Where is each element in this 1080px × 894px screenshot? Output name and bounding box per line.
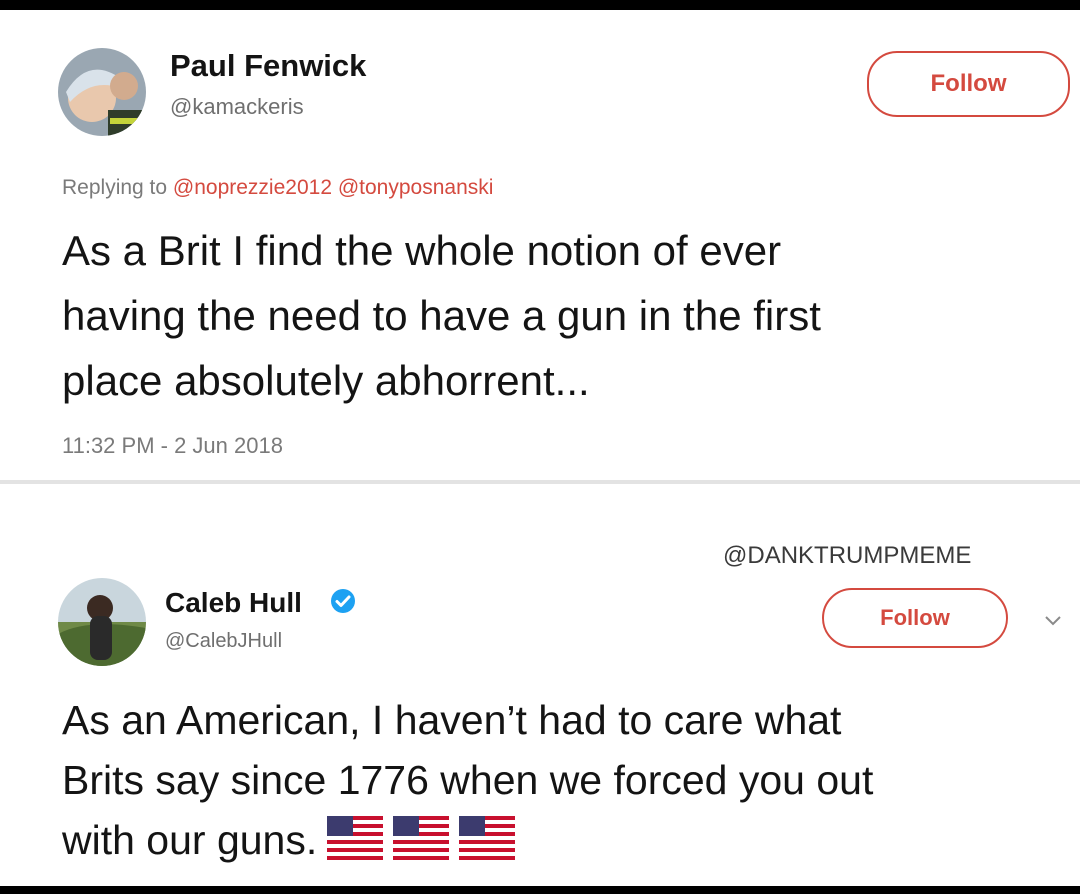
tweet-card: Paul Fenwick @kamackeris Follow Replying… [0,10,1080,480]
replying-to-label: Replying to [62,176,168,199]
us-flag-icon [327,816,384,876]
mention-link[interactable]: @noprezzie2012 [173,176,332,199]
us-flag-icon [393,816,450,876]
tweet-text-line: having the need to have a gun in the fir… [62,292,821,339]
tweet-text-line: with our guns. [62,810,873,876]
tweet-text: As an American, I haven’t had to care wh… [62,690,873,876]
timestamp[interactable]: 11:32 PM - 2 Jun 2018 [62,433,283,459]
mention-link[interactable]: @tonyposnanski [338,176,494,199]
follow-button[interactable]: Follow [867,51,1070,117]
avatar-photo-icon [58,578,146,666]
tweet-text: As a Brit I find the whole notion of eve… [62,218,821,413]
us-flag-icon [459,816,516,876]
bottom-border [0,886,1080,894]
tweet-text-line: place absolutely abhorrent... [62,357,590,404]
verified-badge-icon [331,589,355,613]
username[interactable]: @kamackeris [170,94,304,120]
avatar[interactable] [58,578,146,666]
watermark: @DANKTRUMPMEME [723,542,972,569]
username[interactable]: @CalebJHull [165,630,282,653]
avatar[interactable] [58,48,146,136]
follow-button[interactable]: Follow [822,588,1008,648]
top-border [0,0,1080,10]
tweet-text-line: As a Brit I find the whole notion of eve… [62,227,782,274]
avatar-photo-icon [58,48,146,136]
tweet-card: @DANKTRUMPMEME Caleb Hull @CalebJHull Fo… [0,484,1080,886]
display-name[interactable]: Paul Fenwick [170,48,366,84]
chevron-down-icon[interactable] [1043,614,1063,628]
tweet-text-line-content: with our guns. [62,817,318,863]
replying-to: Replying to @noprezzie2012 @tonyposnansk… [62,176,493,200]
tweet-text-line: Brits say since 1776 when we forced you … [62,757,874,803]
tweet-text-line: As an American, I haven’t had to care wh… [62,697,842,743]
display-name[interactable]: Caleb Hull [165,587,302,619]
